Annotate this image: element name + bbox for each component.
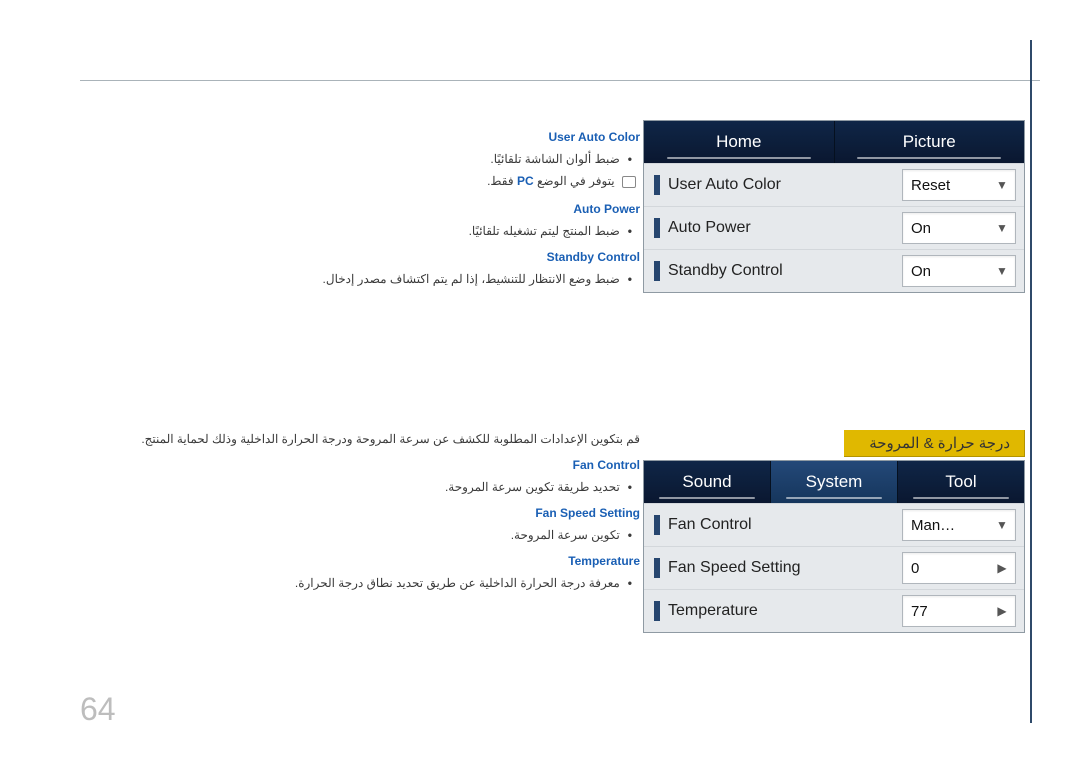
- tabs: Home Picture: [644, 121, 1024, 163]
- bullet-dot: •: [628, 478, 632, 496]
- tab-home[interactable]: Home: [644, 121, 834, 163]
- stepper-temperature[interactable]: 77 ▶: [902, 595, 1016, 627]
- bullet-user-auto-color: • ضبط ألوان الشاشة تلقائيًا.: [80, 150, 640, 168]
- screenshot-temp-fan: Sound System Tool Fan Control Man… ▼ Fan…: [643, 460, 1025, 633]
- heading-temperature: Temperature: [80, 552, 640, 570]
- chevron-down-icon: ▼: [989, 264, 1015, 278]
- row-label: Fan Speed Setting: [668, 559, 902, 577]
- bullet-dot: •: [628, 574, 632, 592]
- tab-system[interactable]: System: [770, 461, 897, 503]
- chevron-right-icon: ▶: [989, 561, 1015, 575]
- chevron-down-icon: ▼: [989, 178, 1015, 192]
- row-label: Auto Power: [668, 219, 902, 237]
- bullet-temperature: • معرفة درجة الحرارة الداخلية عن طريق تح…: [80, 574, 640, 592]
- chevron-down-icon: ▼: [989, 221, 1015, 235]
- bullet-dot: •: [628, 270, 632, 288]
- heading-auto-power: Auto Power: [80, 200, 640, 218]
- row-temperature: Temperature 77 ▶: [644, 589, 1024, 632]
- note-icon: [622, 176, 636, 188]
- row-marker: [654, 558, 660, 578]
- row-label: Standby Control: [668, 262, 902, 280]
- bullet-fan-speed: • تكوين سرعة المروحة.: [80, 526, 640, 544]
- stepper-fan-speed[interactable]: 0 ▶: [902, 552, 1016, 584]
- row-marker: [654, 175, 660, 195]
- dropdown-standby-control[interactable]: On ▼: [902, 255, 1016, 287]
- row-auto-power: Auto Power On ▼: [644, 206, 1024, 249]
- bullet-standby-control: • ضبط وضع الانتظار للتنشيط، إذا لم يتم ا…: [80, 270, 640, 288]
- text-section-general: User Auto Color • ضبط ألوان الشاشة تلقائ…: [80, 120, 640, 290]
- bullet-fan-control: • تحديد طريقة تكوين سرعة المروحة.: [80, 478, 640, 496]
- vertical-rule: [1030, 40, 1032, 723]
- text-section-temp-fan: قم بتكوين الإعدادات المطلوبة للكشف عن سر…: [80, 430, 640, 594]
- note-pc-only: يتوفر في الوضع PC فقط.: [80, 172, 640, 190]
- bullet-auto-power: • ضبط المنتج ليتم تشغيله تلقائيًا.: [80, 222, 640, 240]
- row-marker: [654, 218, 660, 238]
- heading-user-auto-color: User Auto Color: [80, 128, 640, 146]
- tab-sound[interactable]: Sound: [644, 461, 770, 503]
- horizontal-rule: [80, 80, 1040, 81]
- dropdown-fan-control[interactable]: Man… ▼: [902, 509, 1016, 541]
- row-user-auto-color: User Auto Color Reset ▼: [644, 163, 1024, 206]
- row-label: Temperature: [668, 602, 902, 620]
- dropdown-user-auto-color[interactable]: Reset ▼: [902, 169, 1016, 201]
- row-label: User Auto Color: [668, 176, 902, 194]
- tab-picture[interactable]: Picture: [834, 121, 1025, 163]
- section-badge-temp-fan: درجة حرارة & المروحة: [844, 430, 1025, 457]
- chevron-down-icon: ▼: [989, 518, 1015, 532]
- row-fan-control: Fan Control Man… ▼: [644, 503, 1024, 546]
- heading-standby-control: Standby Control: [80, 248, 640, 266]
- bullet-dot: •: [628, 150, 632, 168]
- row-standby-control: Standby Control On ▼: [644, 249, 1024, 292]
- tab-tool[interactable]: Tool: [897, 461, 1024, 503]
- intro-text: قم بتكوين الإعدادات المطلوبة للكشف عن سر…: [80, 430, 640, 448]
- bullet-dot: •: [628, 526, 632, 544]
- row-marker: [654, 601, 660, 621]
- row-label: Fan Control: [668, 516, 902, 534]
- row-fan-speed-setting: Fan Speed Setting 0 ▶: [644, 546, 1024, 589]
- dropdown-auto-power[interactable]: On ▼: [902, 212, 1016, 244]
- chevron-right-icon: ▶: [989, 604, 1015, 618]
- screenshot-general: Home Picture User Auto Color Reset ▼ Aut…: [643, 120, 1025, 293]
- tabs: Sound System Tool: [644, 461, 1024, 503]
- bullet-dot: •: [628, 222, 632, 240]
- page-number: 64: [80, 691, 116, 728]
- row-marker: [654, 515, 660, 535]
- heading-fan-control: Fan Control: [80, 456, 640, 474]
- row-marker: [654, 261, 660, 281]
- heading-fan-speed: Fan Speed Setting: [80, 504, 640, 522]
